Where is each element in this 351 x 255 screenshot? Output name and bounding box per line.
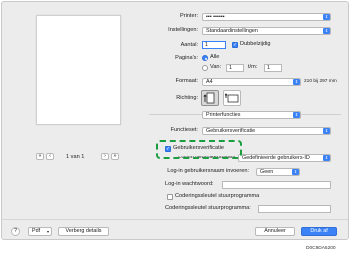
instellingen-select[interactable]: Standaardinstellingen ⇕ xyxy=(202,27,331,35)
alle-label: Alle xyxy=(210,54,220,60)
login-wachtwoord-label: Log-in wachtwoord: xyxy=(165,181,214,187)
tm-label: t/m: xyxy=(248,64,258,70)
help-button[interactable]: ? xyxy=(11,227,20,236)
section-select[interactable]: Printerfuncties ⇕ xyxy=(202,111,301,119)
instellingen-label: Instellingen: xyxy=(168,27,198,33)
chevron-updown-icon: ⇕ xyxy=(292,169,299,175)
verberg-details-button[interactable]: Verberg details xyxy=(58,227,109,236)
first-page-button[interactable]: « xyxy=(36,153,44,160)
aantal-input[interactable]: 1 xyxy=(202,41,226,49)
last-page-button[interactable]: » xyxy=(111,153,119,160)
functieset-label: Functieset: xyxy=(170,127,198,133)
formaat-value: A4 xyxy=(206,79,213,85)
login-gebruikersnaam-select[interactable]: Gedefinieerde gebruikers-ID ⇕ xyxy=(238,154,331,162)
druk-af-button[interactable]: Druk af xyxy=(301,227,337,236)
pdf-menu-button[interactable]: Pdf ▾ xyxy=(28,227,52,236)
instellingen-value: Standaardinstellingen xyxy=(206,28,258,34)
portrait-icon xyxy=(203,92,215,104)
formaat-label: Formaat: xyxy=(175,78,198,84)
printer-label: Printer: xyxy=(179,13,198,19)
chevron-updown-icon: ⇕ xyxy=(323,14,330,20)
portrait-orientation-button[interactable] xyxy=(201,90,219,106)
figure-code: D0C9DA5200 xyxy=(306,246,336,251)
chevron-down-icon: ▾ xyxy=(46,229,49,234)
coderingssleutel-field-label: Coderingssleutel stuurprogramma: xyxy=(165,205,251,211)
dubbelzijdig-checkbox[interactable]: ✓ xyxy=(232,42,238,48)
functieset-select[interactable]: Gebruikersverificatie ⇕ xyxy=(202,127,331,135)
formaat-size-text: 210 bij 297 mm xyxy=(304,79,337,84)
printer-select[interactable]: ▪▪▪ ▪▪▪▪▪▪ ⇕ xyxy=(202,13,331,21)
pdf-label: Pdf xyxy=(32,228,41,234)
prev-page-button[interactable]: ‹ xyxy=(46,153,54,160)
chevron-updown-icon: ⇕ xyxy=(323,155,330,161)
login-gebruikersnaam-value: Gedefinieerde gebruikers-ID xyxy=(242,155,310,161)
printer-value: ▪▪▪ ▪▪▪▪▪▪ xyxy=(206,14,225,20)
van-radio[interactable] xyxy=(202,65,208,71)
print-dialog: « ‹ 1 van 1 › » Printer: ▪▪▪ ▪▪▪▪▪▪ ⇕ In… xyxy=(1,1,349,240)
annuleer-button[interactable]: Annuleer xyxy=(255,227,295,236)
highlight-frame xyxy=(156,140,242,159)
chevron-updown-icon: ⇕ xyxy=(323,128,330,134)
coderingssleutel-checkbox[interactable] xyxy=(167,194,173,200)
paginas-label: Pagina's: xyxy=(175,55,198,61)
aantal-label: Aantal: xyxy=(180,42,198,48)
section-value: Printerfuncties xyxy=(206,112,241,118)
login-invoeren-select[interactable]: Geen ⇕ xyxy=(256,168,300,176)
formaat-select[interactable]: A4 ⇕ xyxy=(202,78,301,86)
coderingssleutel-checkbox-label: Coderingssleutel stuurprogramma xyxy=(175,193,260,199)
richting-label: Richting: xyxy=(176,95,198,101)
chevron-updown-icon: ⇕ xyxy=(323,28,330,34)
landscape-icon xyxy=(224,93,239,103)
next-page-button[interactable]: › xyxy=(101,153,109,160)
dubbelzijdig-label: Dubbelzijdig xyxy=(240,41,271,47)
van-label: Van: xyxy=(210,64,222,70)
footer-divider xyxy=(2,219,348,220)
page-preview xyxy=(36,15,121,125)
page-count-label: 1 van 1 xyxy=(66,154,85,160)
coderingssleutel-input[interactable] xyxy=(258,205,331,213)
login-wachtwoord-input[interactable] xyxy=(222,181,331,189)
chevron-updown-icon: ⇕ xyxy=(293,112,300,118)
functieset-value: Gebruikersverificatie xyxy=(206,128,256,134)
tm-input[interactable]: 1 xyxy=(264,64,282,72)
login-invoeren-label: Log-in gebruikersnaam invoeren: xyxy=(167,168,249,174)
alle-radio[interactable] xyxy=(202,55,208,61)
chevron-updown-icon: ⇕ xyxy=(293,79,300,85)
landscape-orientation-button[interactable] xyxy=(223,90,241,106)
login-invoeren-value: Geen xyxy=(260,169,274,175)
van-input[interactable]: 1 xyxy=(226,64,244,72)
